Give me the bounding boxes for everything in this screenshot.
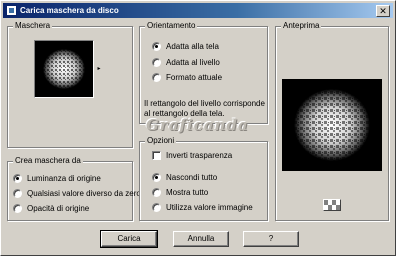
preview-image xyxy=(282,79,382,171)
preview-group: Anteprima xyxy=(275,21,389,221)
create-mask-group-label: Crea maschera da xyxy=(13,156,83,166)
close-icon: ✕ xyxy=(379,6,387,16)
radio-indicator[interactable] xyxy=(13,174,22,183)
window-title: Carica maschera da disco xyxy=(20,6,119,15)
radio-indicator[interactable] xyxy=(152,42,161,51)
app-icon xyxy=(6,5,17,16)
radio-label: Mostra tutto xyxy=(166,188,209,197)
create-mask-group: Crea maschera da Luminanza di origine Qu… xyxy=(7,156,141,221)
help-button[interactable]: ? xyxy=(243,231,299,247)
radio-indicator[interactable] xyxy=(152,188,161,197)
options-group: Opzioni Inverti trasparenza Nascondi tut… xyxy=(139,136,268,221)
orientation-group: Orientamento Adatta alla tela Adatta al … xyxy=(139,21,268,124)
radio-label: Adatta al livello xyxy=(166,58,220,67)
radio-label: Opacità di origine xyxy=(27,204,90,213)
title-bar[interactable]: Carica maschera da disco ✕ xyxy=(3,3,393,18)
watermark-logo: Graficanda xyxy=(146,116,249,134)
radio-label: Formato attuale xyxy=(166,73,223,82)
orientation-group-label: Orientamento xyxy=(145,21,198,31)
radio-indicator[interactable] xyxy=(152,58,161,67)
mask-group: Maschera ▸ xyxy=(7,21,133,148)
cancel-button[interactable]: Annulla xyxy=(173,231,229,247)
radio-indicator[interactable] xyxy=(13,189,22,198)
preview-zoom-button[interactable] xyxy=(323,199,341,211)
radio-label: Qualsiasi valore diverso da zero xyxy=(27,189,141,198)
radio-label: Nascondi tutto xyxy=(166,173,218,182)
checkbox-label: Inverti trasparenza xyxy=(166,151,233,160)
close-button[interactable]: ✕ xyxy=(376,5,390,17)
radio-indicator[interactable] xyxy=(152,203,161,212)
mask-thumbnail-image xyxy=(35,41,93,97)
mask-thumbnail[interactable] xyxy=(34,40,94,98)
chevron-right-icon: ▸ xyxy=(97,66,101,72)
mask-group-label: Maschera xyxy=(13,21,53,31)
radio-label: Luminanza di origine xyxy=(27,174,101,183)
checkbox-indicator[interactable] xyxy=(152,151,161,160)
dialog-window: Carica maschera da disco ✕ Maschera ▸ Cr… xyxy=(0,0,396,256)
preview-group-label: Anteprima xyxy=(281,21,322,31)
preview-mask-image xyxy=(282,79,382,171)
radio-label: Adatta alla tela xyxy=(166,42,219,51)
radio-indicator[interactable] xyxy=(152,73,161,82)
mask-dropdown-button[interactable]: ▸ xyxy=(95,51,103,87)
checkerboard-icon xyxy=(324,200,340,210)
load-button[interactable]: Carica xyxy=(100,230,158,248)
radio-label: Utilizza valore immagine xyxy=(166,203,253,212)
options-group-label: Opzioni xyxy=(145,136,177,146)
radio-indicator[interactable] xyxy=(152,173,161,182)
radio-indicator[interactable] xyxy=(13,204,22,213)
